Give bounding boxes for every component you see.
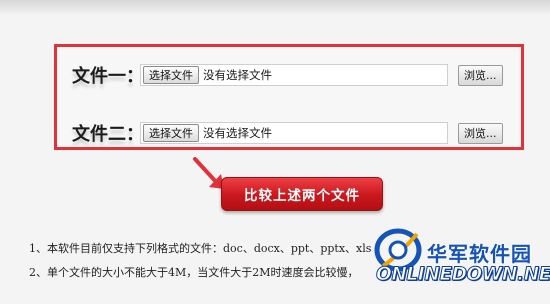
upload-panel: 文件一： 选择文件 没有选择文件 浏览... 文件二： 选择文件 没有选择文件 … [54, 44, 524, 150]
watermark-cn: 华军软件园 [427, 242, 532, 266]
file1-input[interactable]: 选择文件 没有选择文件 [140, 64, 448, 86]
file-row-2: 文件二： 选择文件 没有选择文件 浏览... [72, 122, 503, 145]
watermark-en: ONLINEDOWN.NET [375, 264, 550, 286]
file1-choose-button[interactable]: 选择文件 [143, 66, 199, 84]
file-row-1: 文件一： 选择文件 没有选择文件 浏览... [72, 64, 503, 87]
site-watermark: 华军软件园 ONLINEDOWN.NET [369, 220, 550, 304]
top-band [0, 0, 550, 14]
file2-input[interactable]: 选择文件 没有选择文件 [140, 122, 448, 144]
compare-files-button[interactable]: 比较上述两个文件 [221, 177, 383, 211]
file1-status: 没有选择文件 [203, 68, 272, 82]
file2-label: 文件二： [72, 124, 144, 145]
file2-status: 没有选择文件 [203, 126, 272, 140]
file1-label: 文件一： [72, 66, 144, 87]
file1-browse-button[interactable]: 浏览... [458, 64, 503, 86]
file2-browse-button[interactable]: 浏览... [458, 122, 503, 144]
file2-choose-button[interactable]: 选择文件 [143, 124, 199, 142]
